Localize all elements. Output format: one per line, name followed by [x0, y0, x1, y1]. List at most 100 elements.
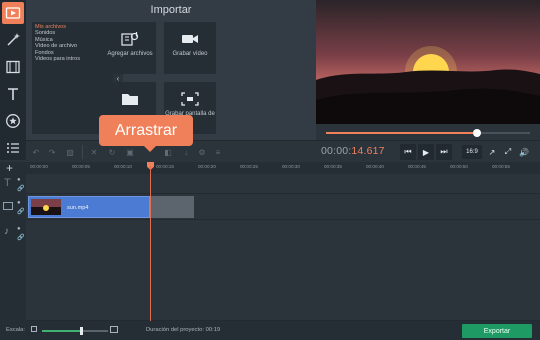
equalizer-icon: ≡ [215, 147, 221, 157]
video-track-header: ● 🔗 [0, 194, 26, 220]
redo-icon: ↷ [48, 147, 56, 157]
stabilize-button[interactable]: ◧ [162, 146, 174, 158]
playback-timecode: 00:00:14.617 [321, 145, 385, 157]
lock-icon[interactable]: 🔗 [17, 208, 24, 215]
title-track-header: T ● 🔗 [0, 174, 26, 194]
tick-label: 00:00:00 [30, 164, 48, 169]
tick-label: 00:00:50 [450, 164, 468, 169]
drag-callout: Arrastrar [99, 115, 193, 152]
timeline-ruler[interactable]: + 00:00:00 00:00:05 00:00:10 00:00:15 00… [0, 161, 540, 175]
speaker-icon[interactable]: ● [17, 226, 21, 232]
title-track-icon: T [4, 177, 11, 189]
tick-label: 00:00:20 [198, 164, 216, 169]
duration-label: Duración del proyecto: [146, 327, 205, 333]
filters-button[interactable] [2, 56, 24, 78]
import-icon [5, 7, 21, 19]
filmstrip-icon [6, 60, 20, 74]
clip-thumbnail [31, 199, 61, 215]
undo-button[interactable]: ↶ [30, 146, 42, 158]
redo-button[interactable]: ↷ [46, 146, 58, 158]
record-video-tile[interactable]: Grabar vídeo [164, 22, 216, 74]
fullscreen-icon: ⤢ [504, 147, 512, 156]
magic-wand-icon [7, 33, 20, 46]
undo-icon: ↶ [32, 147, 40, 157]
rotate-button[interactable]: ↻ [106, 146, 118, 158]
music-note-icon: ♪ [4, 226, 9, 237]
detach-preview-button[interactable]: ↗ [484, 144, 500, 160]
tick-label: 00:00:25 [240, 164, 258, 169]
delete-button[interactable]: ▧ [64, 146, 76, 158]
preview-frame [316, 0, 540, 124]
import-tool-button[interactable] [2, 2, 24, 24]
video-track-icon [3, 202, 13, 210]
zoom-slider[interactable] [42, 327, 108, 335]
video-preview[interactable] [316, 0, 540, 124]
zoom-out-icon[interactable] [31, 326, 37, 332]
add-files-icon [121, 32, 139, 46]
fullscreen-button[interactable]: ⤢ [500, 144, 516, 160]
add-files-label: Agregar archivos [107, 51, 153, 57]
split-button[interactable]: ✕ [88, 146, 100, 158]
skip-forward-icon: ⏭ [440, 147, 448, 156]
seek-progress [326, 132, 477, 134]
titles-button[interactable] [2, 83, 24, 105]
screen-capture-icon [181, 92, 199, 106]
stabilize-icon: ◧ [164, 147, 172, 157]
lock-icon[interactable]: 🔗 [17, 234, 24, 241]
toolbar-divider [82, 145, 83, 159]
magic-wand-button[interactable] [2, 29, 24, 51]
folder-icon [122, 94, 138, 105]
equalizer-button[interactable]: ≡ [212, 146, 224, 158]
volume-button[interactable]: 🔊 [516, 144, 532, 160]
zoom-in-icon[interactable] [110, 326, 118, 333]
audio-track[interactable] [26, 220, 540, 321]
drag-placeholder [150, 196, 194, 218]
text-icon [8, 88, 18, 100]
tick-label: 00:00:30 [282, 164, 300, 169]
audio-track-header: ♪ ● 🔗 [0, 220, 26, 321]
seek-track[interactable] [326, 129, 530, 137]
project-duration: Duración del proyecto: 00:19 [146, 327, 220, 333]
list-icon [7, 143, 19, 153]
playhead-line [150, 166, 151, 322]
zoom-handle[interactable] [80, 327, 84, 335]
video-clip[interactable]: sun.mp4 [28, 196, 150, 218]
stickers-button[interactable] [2, 110, 24, 132]
audio-button[interactable]: ↓ [180, 146, 192, 158]
skip-back-icon: ⏮ [404, 147, 412, 156]
tick-label: 00:00:40 [366, 164, 384, 169]
import-title: Importar [150, 4, 192, 16]
external-window-icon: ↗ [488, 147, 496, 157]
play-button[interactable]: ▶ [418, 144, 434, 160]
tick-label: 00:00:45 [408, 164, 426, 169]
lock-icon[interactable]: 🔗 [17, 185, 24, 192]
play-icon: ▶ [422, 147, 430, 157]
tick-label: 00:00:05 [72, 164, 90, 169]
next-frame-button[interactable]: ⏭ [436, 144, 452, 160]
tick-label: 00:00:10 [114, 164, 132, 169]
star-badge-icon [6, 114, 20, 128]
scale-label: Escala: [6, 327, 26, 333]
previous-frame-button[interactable]: ⏮ [400, 144, 416, 160]
export-button[interactable]: Exportar [462, 324, 532, 338]
timecode-prefix: 00:00: [321, 145, 352, 157]
seek-bar[interactable] [316, 124, 540, 140]
eye-icon[interactable]: ● [17, 177, 21, 183]
scissors-icon: ✕ [90, 147, 98, 157]
crop-icon: ▣ [126, 147, 134, 157]
title-track[interactable] [26, 174, 540, 194]
crop-button[interactable]: ▣ [124, 146, 136, 158]
seek-handle[interactable] [472, 129, 481, 137]
more-tools-button[interactable] [2, 137, 24, 159]
settings-button[interactable]: ⚙ [196, 146, 208, 158]
add-files-tile[interactable]: Agregar archivos [104, 22, 156, 74]
clip-name: sun.mp4 [67, 205, 89, 211]
eye-icon[interactable]: ● [17, 200, 21, 206]
aspect-ratio-button[interactable]: 16:9 [462, 145, 482, 159]
plus-icon: + [6, 161, 14, 175]
add-track-button[interactable]: + [6, 161, 13, 175]
tick-label: 00:00:35 [324, 164, 342, 169]
zoom-level-fill [42, 330, 81, 332]
trash-icon: ▧ [66, 147, 74, 157]
tick-label: 00:00:15 [156, 164, 174, 169]
